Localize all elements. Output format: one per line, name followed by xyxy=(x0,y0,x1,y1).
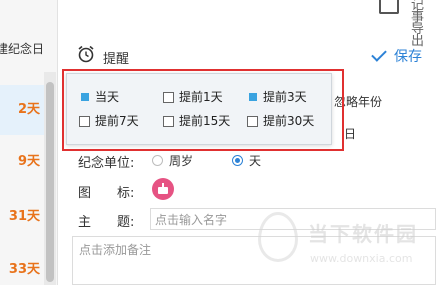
unit-radio-age-label[interactable]: 周岁 xyxy=(169,152,193,169)
checkbox-icon[interactable] xyxy=(79,116,90,127)
save-label: 保存 xyxy=(394,49,422,65)
ignore-year-label[interactable]: 忽略年份 xyxy=(334,93,382,110)
reminder-option-15-days[interactable]: 提前15天 xyxy=(163,112,243,130)
list-scrollbar[interactable] xyxy=(44,72,56,285)
unit-radio-age[interactable] xyxy=(152,155,163,166)
option-label: 提前15天 xyxy=(179,114,231,128)
option-label: 提前30天 xyxy=(263,114,315,128)
checkbox-checked-icon[interactable] xyxy=(249,93,257,101)
list-item[interactable]: 9天 xyxy=(0,137,44,187)
option-label: 当天 xyxy=(95,90,120,104)
reminder-option-1-day[interactable]: 提前1天 xyxy=(163,88,243,106)
reminder-option-3-days[interactable]: 提前3天 xyxy=(247,88,327,106)
checkbox-icon[interactable] xyxy=(247,116,258,127)
reminder-label[interactable]: 提醒 xyxy=(103,48,129,67)
list-item[interactable]: 31天 xyxy=(0,192,44,242)
checkmark-icon xyxy=(371,46,387,62)
top-toolbar: 记事导出 xyxy=(59,0,436,48)
reminder-option-7-days[interactable]: 提前7天 xyxy=(79,112,159,130)
checkbox-icon[interactable] xyxy=(163,92,174,103)
date-fragment: 日 xyxy=(344,127,357,141)
scrollbar-thumb[interactable] xyxy=(46,82,54,282)
new-anniversary-header[interactable]: 建纪念日 xyxy=(0,40,58,68)
option-label: 提前1天 xyxy=(179,90,223,104)
option-label: 提前3天 xyxy=(263,90,307,104)
note-textarea[interactable]: 点击添加备注 xyxy=(72,236,436,285)
alarm-clock-icon[interactable] xyxy=(77,45,95,63)
save-button[interactable]: 保存 xyxy=(371,46,422,66)
unit-label: 纪念单位: xyxy=(78,156,135,171)
reminder-option-same-day[interactable]: 当天 xyxy=(79,88,149,106)
reminder-option-30-days[interactable]: 提前30天 xyxy=(247,112,327,130)
option-label: 提前7天 xyxy=(95,114,139,128)
reminder-options-popup: 当天 提前1天 提前3天 提前7天 提前15天 提前30天 xyxy=(66,73,332,145)
reminder-row: 提醒 保存 xyxy=(59,40,436,70)
title-label: 主 题: xyxy=(78,215,135,230)
checkbox-icon[interactable] xyxy=(163,116,174,127)
export-icon[interactable] xyxy=(379,0,399,14)
icon-label: 图 标: xyxy=(78,186,135,201)
unit-radio-days-label[interactable]: 天 xyxy=(249,152,261,169)
cake-icon[interactable] xyxy=(152,178,174,200)
list-item[interactable]: 33天 xyxy=(0,245,44,285)
unit-radio-days[interactable] xyxy=(232,155,243,166)
list-item[interactable]: 2天 xyxy=(0,85,44,135)
title-input[interactable]: 点击输入名字 xyxy=(150,208,436,230)
checkbox-checked-icon[interactable] xyxy=(81,93,89,101)
anniversary-list-panel: 建纪念日 2天 9天 31天 33天 xyxy=(0,0,58,285)
